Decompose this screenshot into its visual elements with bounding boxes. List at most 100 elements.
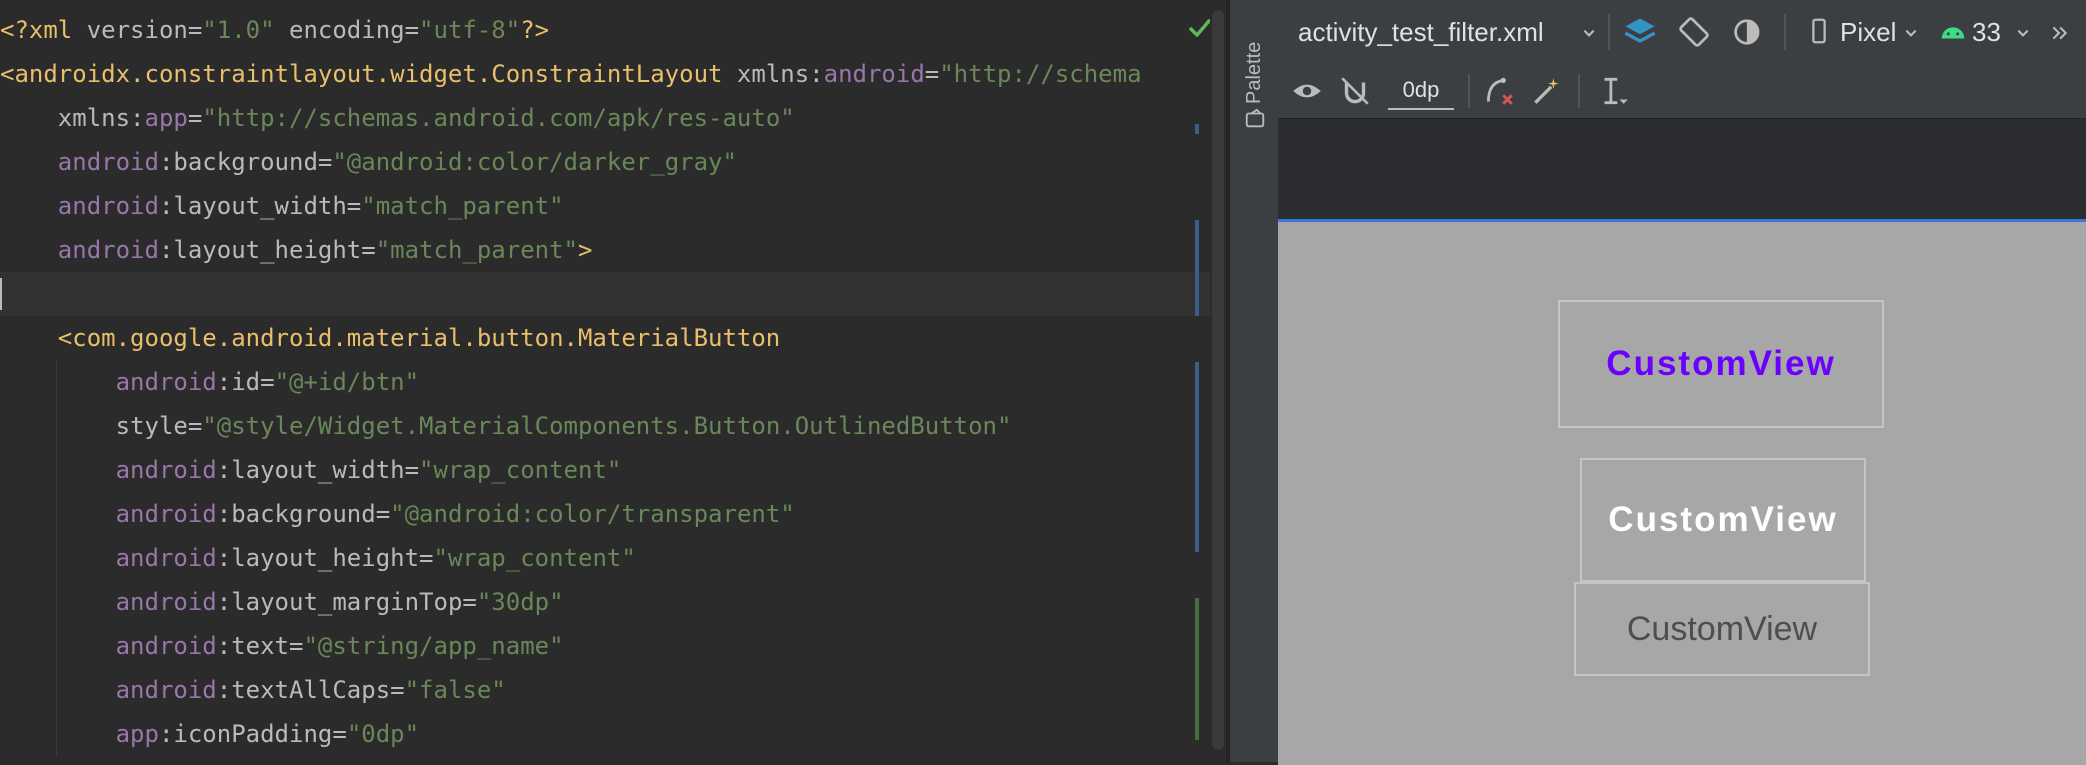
code-token: layout_marginTop xyxy=(231,588,463,616)
toolbar-divider xyxy=(1578,74,1580,108)
code-token: background xyxy=(173,148,318,176)
code-token: : xyxy=(158,236,174,264)
code-line[interactable]: android:text="@string/app_name" xyxy=(0,624,1210,668)
code-token: <?xml xyxy=(0,16,87,44)
layout-preview[interactable]: CustomView CustomView CustomView xyxy=(1278,219,2086,765)
indent-guide xyxy=(56,492,57,536)
code-token: android xyxy=(0,676,217,704)
rotate-orientation-icon[interactable] xyxy=(1676,14,1712,50)
layers-icon[interactable] xyxy=(1622,14,1658,50)
code-token: : xyxy=(216,456,232,484)
code-line[interactable] xyxy=(0,272,1210,316)
code-token: = xyxy=(404,456,420,484)
code-token: encoding= xyxy=(274,16,420,44)
code-token: = xyxy=(187,104,203,132)
indent-guide xyxy=(56,712,57,756)
code-line[interactable]: android:id="@+id/btn" xyxy=(0,360,1210,404)
palette-strip[interactable] xyxy=(1230,0,1279,762)
code-line[interactable]: android:layout_width="wrap_content" xyxy=(0,448,1210,492)
indent-guide xyxy=(56,404,57,448)
palette-tab-label[interactable]: Palette xyxy=(1243,42,1266,104)
code-token: = xyxy=(462,588,477,616)
code-token: "1.0" xyxy=(202,16,275,44)
align-icon[interactable] xyxy=(1596,74,1630,108)
code-token: "30dp" xyxy=(476,588,564,616)
chevron-down-icon[interactable] xyxy=(1582,26,1596,40)
indent-guide xyxy=(56,624,57,668)
eye-icon[interactable] xyxy=(1290,74,1324,108)
code-line[interactable]: style="@style/Widget.MaterialComponents.… xyxy=(0,404,1210,448)
code-line[interactable]: xmlns:app="http://schemas.android.com/ap… xyxy=(0,96,1210,140)
code-line[interactable]: android:layout_height="match_parent"> xyxy=(0,228,1210,272)
code-line[interactable]: <androidx.constraintlayout.widget.Constr… xyxy=(0,52,1210,96)
file-name-dropdown[interactable]: activity_test_filter.xml xyxy=(1298,0,1544,64)
code-line[interactable]: android:layout_marginTop="30dp" xyxy=(0,580,1210,624)
code-token: = xyxy=(187,412,203,440)
code-token: xmlns: xyxy=(736,60,824,88)
code-token: = xyxy=(419,544,434,572)
code-line[interactable]: android:layout_height="wrap_content" xyxy=(0,536,1210,580)
code-token: "match_parent" xyxy=(361,192,564,220)
android-icon[interactable] xyxy=(1938,16,1968,46)
default-margin-value[interactable]: 0dp xyxy=(1388,72,1454,110)
code-token: <com.google.android.material.button.Mate… xyxy=(0,324,781,352)
code-line[interactable]: android:background="@android:color/trans… xyxy=(0,492,1210,536)
theme-icon[interactable] xyxy=(1730,14,1766,50)
chevron-down-icon[interactable] xyxy=(2016,26,2030,40)
code-token: version= xyxy=(86,16,203,44)
code-token: = xyxy=(332,720,347,748)
custom-view-button-white[interactable]: CustomView xyxy=(1580,458,1866,582)
code-line[interactable]: app:iconPadding="0dp" xyxy=(0,712,1210,756)
design-toolbar-top: activity_test_filter.xml Pixel 33 xyxy=(1278,0,2086,65)
code-token: = xyxy=(260,368,275,396)
code-token: = xyxy=(289,632,304,660)
overflow-chevron-icon[interactable] xyxy=(2050,24,2068,42)
custom-view-button-plain[interactable]: CustomView xyxy=(1574,582,1870,676)
gutter-change-marker xyxy=(1195,362,1199,552)
code-token: android xyxy=(0,456,217,484)
code-line[interactable]: <com.google.android.material.button.Mate… xyxy=(0,316,1210,360)
code-line[interactable]: android:background="@android:color/darke… xyxy=(0,140,1210,184)
gutter-add-marker xyxy=(1195,598,1199,740)
code-token: android xyxy=(0,192,159,220)
code-token: "@android:color/darker_gray" xyxy=(332,148,737,176)
inspection-ok-icon xyxy=(1189,19,1210,37)
code-token: "@style/Widget.MaterialComponents.Button… xyxy=(202,412,1012,440)
code-token: android xyxy=(0,500,217,528)
code-token: layout_height xyxy=(231,544,420,572)
code-token: xmlns: xyxy=(0,104,145,132)
magic-wand-icon[interactable] xyxy=(1530,74,1564,108)
editor-scrollbar-thumb[interactable] xyxy=(1212,10,1224,750)
code-token: id xyxy=(231,368,261,396)
code-token: <androidx.constraintlayout.widget.Constr… xyxy=(0,60,737,88)
code-token: = xyxy=(924,60,940,88)
api-level-dropdown[interactable]: 33 xyxy=(1972,0,2001,64)
design-canvas[interactable] xyxy=(1278,119,2086,219)
code-token: "wrap_content" xyxy=(419,456,622,484)
code-token: = xyxy=(317,148,333,176)
code-lines[interactable]: <?xml version="1.0" encoding="utf-8"?> <a… xyxy=(0,8,1210,756)
design-panel: activity_test_filter.xml Pixel 33 0dp Cu… xyxy=(1278,0,2086,765)
device-phone-icon[interactable] xyxy=(1804,16,1834,46)
code-token: "false" xyxy=(404,676,506,704)
code-line[interactable]: android:textAllCaps="false" xyxy=(0,668,1210,712)
toolbar-divider xyxy=(1608,14,1610,50)
code-token: android xyxy=(823,60,925,88)
code-token: : xyxy=(216,632,232,660)
code-token: layout_height xyxy=(173,236,362,264)
code-line[interactable]: android:layout_width="match_parent" xyxy=(0,184,1210,228)
toolbar-divider xyxy=(1468,74,1470,108)
device-dropdown[interactable]: Pixel xyxy=(1840,0,1896,64)
clear-constraints-icon[interactable] xyxy=(1482,74,1516,108)
code-token: : xyxy=(216,368,232,396)
magnet-off-icon[interactable] xyxy=(1338,74,1372,108)
code-line[interactable]: <?xml version="1.0" encoding="utf-8"?> xyxy=(0,8,1210,52)
code-token: "@android:color/transparent" xyxy=(390,500,795,528)
custom-view-button-outlined[interactable]: CustomView xyxy=(1558,300,1884,428)
design-toolbar-constraints: 0dp xyxy=(1278,64,2086,119)
palette-icon[interactable] xyxy=(1244,108,1266,130)
code-editor[interactable]: <?xml version="1.0" encoding="utf-8"?> <a… xyxy=(0,0,1210,762)
code-token: = xyxy=(361,236,376,264)
code-token: > xyxy=(578,236,593,264)
chevron-down-icon[interactable] xyxy=(1904,26,1918,40)
